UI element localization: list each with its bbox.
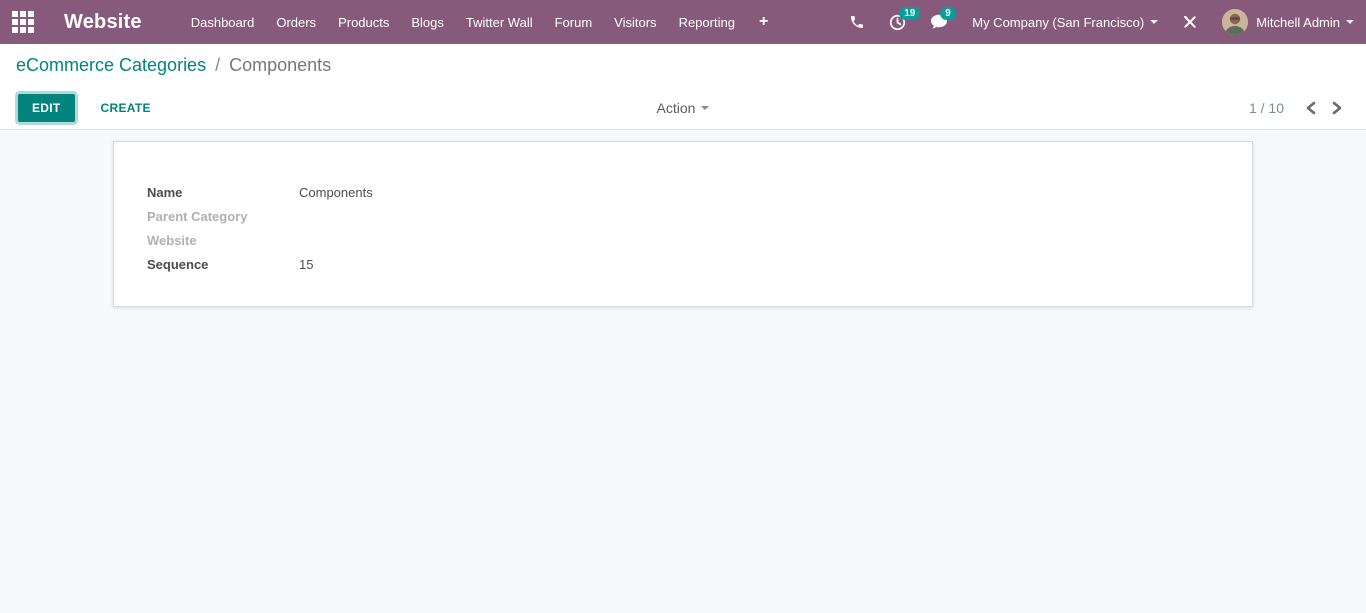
nav-item-visitors[interactable]: Visitors xyxy=(603,13,667,31)
breadcrumb-link-ecommerce-categories[interactable]: eCommerce Categories xyxy=(16,55,206,76)
phone-icon xyxy=(851,16,864,28)
form-sheet: Name Components Parent Category Website … xyxy=(113,141,1253,307)
field-row-sequence: Sequence 15 xyxy=(147,252,1222,276)
nav-item-products[interactable]: Products xyxy=(327,13,400,31)
apps-grid-icon xyxy=(12,11,34,33)
nav-item-reporting[interactable]: Reporting xyxy=(668,13,746,31)
top-navbar: Website Dashboard Orders Products Blogs … xyxy=(0,0,1366,44)
field-row-parent-category: Parent Category xyxy=(147,204,1222,228)
field-label-parent-category: Parent Category xyxy=(147,208,248,224)
developer-tools-button[interactable] xyxy=(1170,0,1210,44)
company-label: My Company (San Francisco) xyxy=(972,14,1145,30)
breadcrumb-separator: / xyxy=(215,54,221,75)
app-menu: Dashboard Orders Products Blogs Twitter … xyxy=(180,13,782,31)
app-title[interactable]: Website xyxy=(64,11,142,34)
apps-menu-button[interactable] xyxy=(0,0,46,44)
chevron-left-icon xyxy=(1306,101,1316,114)
user-avatar xyxy=(1222,9,1249,35)
field-value-name[interactable]: Components xyxy=(299,185,373,200)
field-label-website: Website xyxy=(147,232,197,248)
nav-item-orders[interactable]: Orders xyxy=(265,13,327,31)
messages-button[interactable]: 9 xyxy=(918,0,960,44)
chevron-right-icon xyxy=(1332,101,1342,114)
breadcrumb: eCommerce Categories / Components xyxy=(0,44,1366,86)
form-view-container: Name Components Parent Category Website … xyxy=(0,130,1366,613)
edit-button[interactable]: EDIT xyxy=(18,93,75,122)
caret-down-icon xyxy=(1150,20,1159,24)
company-switcher[interactable]: My Company (San Francisco) xyxy=(960,0,1170,44)
phone-button[interactable] xyxy=(837,0,877,44)
nav-item-blogs[interactable]: Blogs xyxy=(400,13,455,31)
activities-button[interactable]: 19 xyxy=(877,0,921,44)
field-row-website: Website xyxy=(147,228,1222,252)
wrench-screwdriver-icon xyxy=(1184,15,1196,28)
caret-down-icon xyxy=(701,105,710,110)
pager-next-button[interactable] xyxy=(1324,97,1350,119)
pager-value: 1 / 10 xyxy=(1248,99,1284,116)
nav-item-twitter-wall[interactable]: Twitter Wall xyxy=(455,13,544,31)
pager-previous-button[interactable] xyxy=(1298,97,1324,119)
messages-count-badge: 9 xyxy=(940,7,956,20)
action-dropdown[interactable]: Action xyxy=(649,95,718,121)
field-label-name: Name xyxy=(147,184,183,200)
field-value-sequence[interactable]: 15 xyxy=(299,257,313,272)
caret-down-icon xyxy=(1346,20,1354,24)
nav-item-dashboard[interactable]: Dashboard xyxy=(180,13,266,31)
field-row-name: Name Components xyxy=(147,180,1222,204)
field-label-sequence: Sequence xyxy=(147,256,209,272)
create-button[interactable]: CREATE xyxy=(93,95,159,121)
user-menu[interactable]: Mitchell Admin xyxy=(1210,0,1366,44)
plus-icon[interactable]: + xyxy=(746,13,781,31)
control-panel: EDIT CREATE Action 1 / 10 xyxy=(0,86,1366,130)
activities-count-badge: 19 xyxy=(899,7,921,20)
action-dropdown-label: Action xyxy=(656,99,696,116)
user-name: Mitchell Admin xyxy=(1256,14,1340,30)
nav-item-forum[interactable]: Forum xyxy=(544,13,604,31)
breadcrumb-current: Components xyxy=(229,54,332,75)
